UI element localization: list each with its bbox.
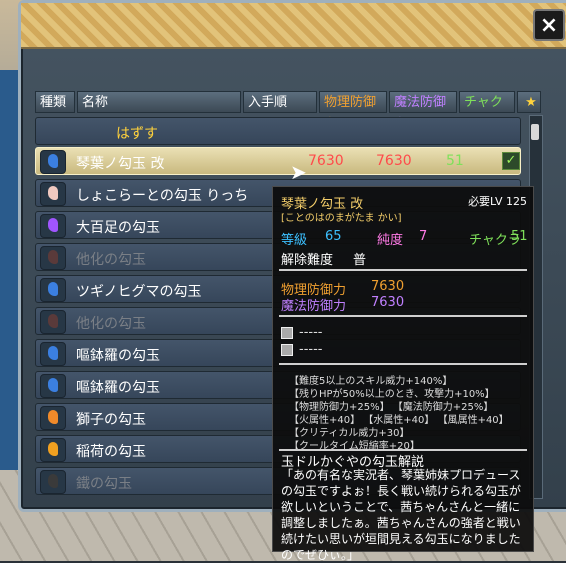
grade-label: 等級 (281, 233, 308, 248)
list-item-name: 獅子の勾玉 (76, 412, 146, 428)
magatama-icon (40, 406, 66, 430)
divider (279, 363, 527, 365)
magatama-gem-icon (48, 378, 58, 392)
header-kind[interactable]: 種類 (35, 91, 75, 113)
slot-text: ----- (299, 325, 323, 340)
magic-defense-label: 魔法防御力 (281, 299, 347, 314)
magatama-icon (40, 470, 66, 494)
slot-text: ----- (299, 342, 323, 357)
chakra-value: 51 (511, 229, 528, 244)
divider (279, 315, 527, 317)
list-item-chakra: 51 (446, 153, 464, 169)
window-title-bar[interactable] (21, 3, 566, 49)
header-favorite[interactable]: ★ (517, 91, 541, 113)
list-item-name: 嘔鉢羅の勾玉 (76, 348, 160, 364)
list-item-name: 大百足の勾玉 (76, 220, 160, 236)
header-phys-defense[interactable]: 物理防御力 (319, 91, 387, 132)
effect-line: 【難度5以上のスキル威力+140%】 (289, 376, 453, 387)
scroll-thumb[interactable] (531, 124, 539, 140)
magic-defense-value: 7630 (371, 295, 405, 310)
magatama-icon (40, 214, 66, 238)
list-item-selected[interactable]: 琴葉ノ勾玉 改 7630 7630 51 ✓ (35, 147, 521, 175)
slot-2: ----- (281, 342, 323, 357)
magatama-icon (40, 150, 66, 174)
phys-defense-value: 7630 (371, 279, 405, 294)
effect-line: 【クリティカル威力+30】 (289, 428, 410, 439)
close-button[interactable]: × (533, 9, 565, 41)
magatama-gem-icon (48, 442, 58, 456)
effect-line: 【残りHPが50%以上のとき、攻撃力+10%】 (289, 389, 495, 400)
pointer-cursor-icon: ➤ (290, 160, 307, 184)
magatama-gem-icon (48, 282, 58, 296)
magatama-icon (40, 246, 66, 270)
magatama-gem-icon (48, 474, 58, 488)
list-item-unequip[interactable]: はずす (35, 117, 521, 145)
magatama-icon (40, 182, 66, 206)
favorite-check-icon[interactable]: ✓ (502, 152, 520, 170)
list-header: 種類 名称 入手順 物理防御力 魔法防御力 チャクラ ★ (35, 91, 547, 132)
magatama-gem-icon (48, 250, 58, 264)
magatama-icon (40, 342, 66, 366)
slot-1: ----- (281, 325, 323, 340)
description-text: 「あの有名な実況者、琴葉姉妹プロデュースの勾玉ですよぉ！長く戦い続けられる勾玉が… (281, 468, 522, 562)
magatama-gem-icon (48, 218, 58, 232)
list-item-name: 他化の勾玉 (76, 252, 146, 268)
list-item-name: 他化の勾玉 (76, 316, 146, 332)
header-name[interactable]: 名称 (77, 91, 241, 113)
list-item-name: ツギノヒグマの勾玉 (76, 284, 202, 300)
list-item-name: 嘔鉢羅の勾玉 (76, 380, 160, 396)
item-tooltip: 琴葉ノ勾玉 改 [ことのはのまがたま かい] 必要LV 125 等級 65 純度… (272, 186, 534, 562)
list-item-name: はずす (116, 126, 158, 142)
magatama-icon (40, 310, 66, 334)
magatama-gem-icon (48, 346, 58, 360)
tooltip-required-level: 必要LV 125 (468, 195, 527, 208)
header-order[interactable]: 入手順 (243, 91, 317, 113)
magatama-icon (40, 278, 66, 302)
list-item-name: 琴葉ノ勾玉 改 (76, 156, 165, 172)
magatama-gem-icon (48, 314, 58, 328)
effect-line: 【物理防御力+25%】 【魔法防御力+25%】 (289, 402, 494, 413)
list-item-name: 鐵の勾玉 (76, 476, 132, 492)
list-item-name: 稲荷の勾玉 (76, 444, 146, 460)
header-magic-defense[interactable]: 魔法防御力 (389, 91, 457, 132)
divider (279, 269, 527, 271)
magatama-icon (40, 438, 66, 462)
magatama-gem-icon (48, 154, 58, 168)
magatama-icon (40, 374, 66, 398)
effect-line: 【火属性+40】 【水属性+40】 【風属性+40】 (289, 415, 509, 426)
list-item-magic: 7630 (376, 153, 412, 169)
slot-box-icon (281, 326, 293, 339)
effects-list: 【難度5以上のスキル威力+140%】 【残りHPが50%以上のとき、攻撃力+10… (289, 375, 529, 453)
purity-label: 純度 (377, 233, 404, 248)
header-chakra[interactable]: チャクラ (459, 91, 515, 132)
difficulty-value: 普 (353, 253, 367, 268)
tooltip-reading: [ことのはのまがたま かい] (281, 213, 402, 224)
magatama-gem-icon (48, 186, 58, 200)
purity-value: 7 (419, 229, 428, 244)
list-item-name: しょこらーとの勾玉 りっち (76, 188, 249, 204)
difficulty-label: 解除難度 (281, 253, 334, 268)
slot-box-icon (281, 343, 293, 356)
grade-value: 65 (325, 229, 342, 244)
list-item-phys: 7630 (308, 153, 344, 169)
magatama-gem-icon (48, 410, 58, 424)
